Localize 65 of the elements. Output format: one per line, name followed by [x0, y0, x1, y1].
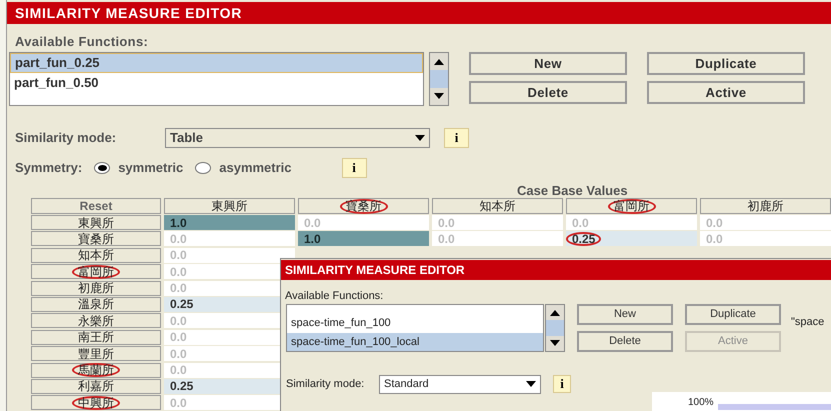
- down-arrow-icon: [434, 93, 444, 100]
- mode-label: Similarity mode:: [286, 376, 366, 392]
- column-header[interactable]: 寶桑所: [298, 198, 429, 214]
- radio-button[interactable]: asymmetric: [195, 158, 292, 178]
- column-header[interactable]: 初鹿所: [700, 198, 831, 214]
- table-cell: 0.0: [432, 215, 563, 230]
- table-cell: 0.0: [298, 215, 429, 230]
- list-item[interactable]: part_fun_0.50: [10, 73, 423, 93]
- mode-dropdown[interactable]: Table: [165, 128, 430, 148]
- button[interactable]: Duplicate: [647, 52, 805, 75]
- scrollbar[interactable]: [429, 52, 449, 106]
- down-arrow-icon: [550, 340, 560, 346]
- table-cell: 0.0: [432, 231, 563, 246]
- button[interactable]: New: [469, 52, 627, 75]
- reset-button[interactable]: Reset: [31, 198, 161, 214]
- info-button[interactable]: i: [444, 128, 469, 148]
- table-cell: 0.0: [700, 231, 831, 246]
- symmetry-label: Symmetry:: [15, 159, 82, 178]
- row-header[interactable]: 南王所: [31, 330, 161, 345]
- functions-list[interactable]: part_fun_0.25 part_fun_0.50: [9, 52, 424, 106]
- row-header[interactable]: 利嘉所: [31, 378, 161, 394]
- info-button[interactable]: i: [342, 158, 367, 178]
- row-header[interactable]: 溫泉所: [31, 296, 161, 312]
- row-header[interactable]: 富岡所: [31, 264, 161, 280]
- description-text: "space: [791, 315, 824, 328]
- row-header[interactable]: 初鹿所: [31, 280, 161, 296]
- button[interactable]: Delete: [577, 331, 673, 352]
- row-header[interactable]: 知本所: [31, 248, 161, 263]
- row-header[interactable]: 東興所: [31, 215, 161, 230]
- row-header[interactable]: 永樂所: [31, 313, 161, 328]
- axis-label: 100%: [688, 397, 714, 409]
- table-title: Case Base Values: [517, 182, 629, 197]
- list-item[interactable]: part_fun_0.25: [10, 53, 423, 73]
- button[interactable]: Duplicate: [685, 304, 781, 325]
- column-header[interactable]: 東興所: [164, 198, 295, 214]
- table-cell: 0.0: [164, 248, 295, 263]
- table-cell: 1.0: [164, 215, 295, 230]
- column-header[interactable]: 富岡所: [566, 198, 697, 214]
- table-cell: 1.0: [298, 231, 429, 246]
- up-arrow-icon: [550, 310, 560, 316]
- table-cell: 0.0: [700, 215, 831, 230]
- table-cell: 0.0: [164, 231, 295, 246]
- mode-dropdown[interactable]: Standard: [379, 374, 541, 394]
- row-header[interactable]: 豐里所: [31, 346, 161, 362]
- table-cell: 0.0: [566, 215, 697, 230]
- column-header[interactable]: 知本所: [432, 198, 563, 214]
- functions-label: Available Functions:: [15, 33, 150, 50]
- row-header[interactable]: 寶桑所: [31, 231, 161, 246]
- scrollbar[interactable]: [545, 304, 565, 352]
- up-arrow-icon: [434, 58, 444, 65]
- list-item[interactable]: space-time_fun_100_local: [287, 333, 543, 351]
- mode-label: Similarity mode:: [15, 129, 118, 148]
- button[interactable]: Delete: [469, 81, 627, 104]
- down-arrow-icon: [415, 135, 425, 141]
- button[interactable]: New: [577, 304, 673, 325]
- button[interactable]: Active: [647, 81, 805, 104]
- window-title: SIMILARITY MEASURE EDITOR: [281, 260, 831, 280]
- functions-list[interactable]: space-time_fun_100 space-time_fun_100_local: [286, 304, 544, 352]
- radio-button[interactable]: symmetric: [94, 158, 184, 178]
- table-cell: 0.25: [566, 231, 697, 246]
- info-button[interactable]: i: [553, 375, 571, 393]
- row-header[interactable]: 中興所: [31, 395, 161, 410]
- down-arrow-icon: [526, 381, 536, 387]
- row-header[interactable]: 馬蘭所: [31, 362, 161, 378]
- window-title: SIMILARITY MEASURE EDITOR: [7, 2, 831, 24]
